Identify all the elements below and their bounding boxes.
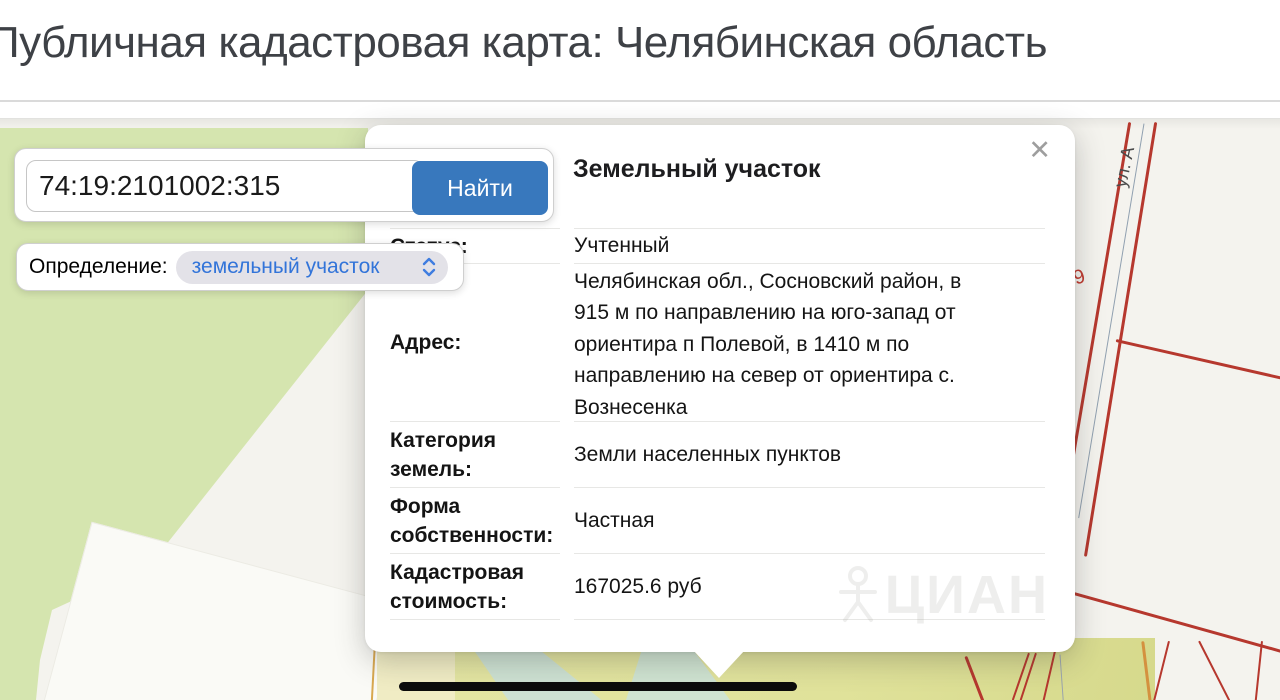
cadastral-line bbox=[1254, 640, 1263, 700]
cadastral-line bbox=[1115, 339, 1280, 380]
table-row: Адрес: Челябинская обл., Сосновский райо… bbox=[390, 264, 1045, 422]
filter-widget: Определение: земельный участок bbox=[16, 243, 464, 291]
home-indicator-bar bbox=[399, 682, 797, 691]
search-input[interactable] bbox=[26, 160, 424, 212]
row-label: Категория земель: bbox=[390, 422, 560, 488]
popup-pointer-arrow bbox=[693, 650, 745, 678]
search-widget: Найти bbox=[14, 148, 554, 222]
object-type-select[interactable]: земельный участок bbox=[175, 250, 448, 284]
chevron-updown-icon bbox=[422, 257, 435, 277]
row-value: Учтенный bbox=[574, 229, 1045, 264]
table-row: Статус: Учтенный bbox=[390, 229, 1045, 264]
page-header: Публичная кадастровая карта: Челябинская… bbox=[0, 0, 1280, 100]
row-value: Частная bbox=[574, 488, 1045, 554]
table-row: Форма собственности: Частная bbox=[390, 488, 1045, 554]
row-value: Земли населенных пунктов bbox=[574, 422, 1045, 488]
cadastral-line bbox=[1198, 640, 1231, 700]
street-name-label: ул. А bbox=[1110, 144, 1139, 190]
row-label: Форма собственности: bbox=[390, 488, 560, 554]
row-label: Кадастровая стоимость: bbox=[390, 554, 560, 620]
header-divider bbox=[0, 100, 1280, 102]
row-value: 167025.6 руб bbox=[574, 554, 1045, 620]
table-row: Категория земель: Земли населенных пункт… bbox=[390, 422, 1045, 488]
map-white-parcel bbox=[39, 521, 403, 700]
filter-label: Определение: bbox=[29, 255, 168, 278]
find-button[interactable]: Найти bbox=[412, 161, 548, 215]
page-title: Публичная кадастровая карта: Челябинская… bbox=[0, 18, 1048, 67]
selected-option-label: земельный участок bbox=[191, 255, 380, 278]
cadastral-line bbox=[1152, 640, 1170, 700]
table-row: Кадастровая стоимость: 167025.6 руб bbox=[390, 554, 1045, 620]
row-value: Челябинская обл., Сосновский район, в 91… bbox=[574, 264, 1045, 422]
